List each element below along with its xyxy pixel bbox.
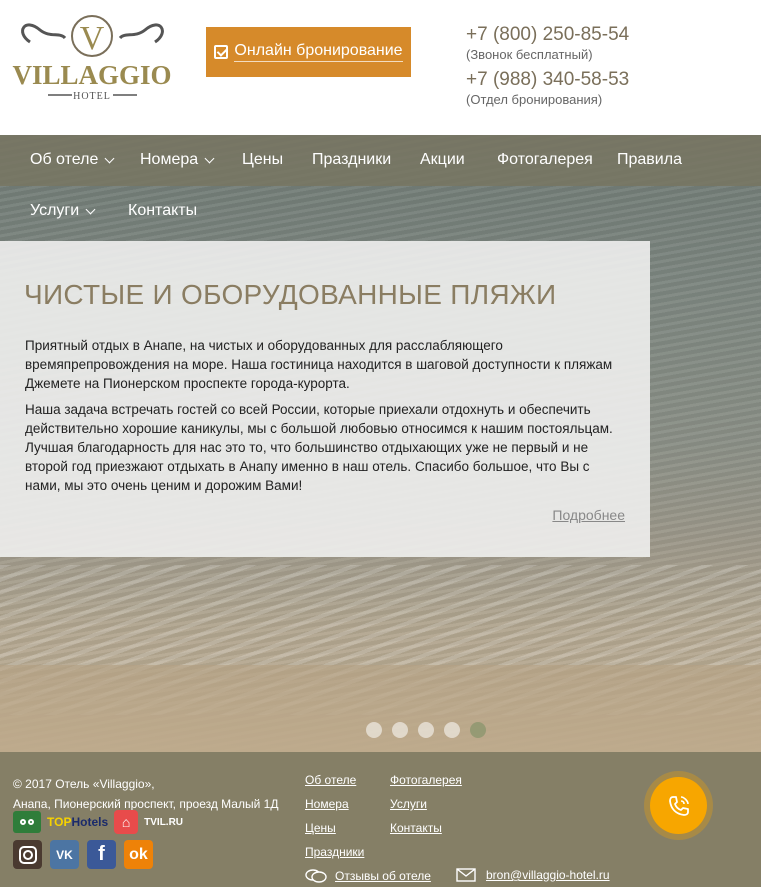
- footer: © 2017 Отель «Villaggio», Анапа, Пионерс…: [0, 752, 761, 887]
- check-square-icon: [214, 45, 229, 59]
- nav-item-gallery[interactable]: Фотогалерея: [497, 151, 593, 169]
- hero-title: ЧИСТЫЕ И ОБОРУДОВАННЫЕ ПЛЯЖИ: [24, 279, 557, 310]
- nav-item-rooms[interactable]: Номера: [140, 151, 215, 169]
- facebook-icon[interactable]: f: [87, 840, 116, 869]
- footer-link-contacts[interactable]: Контакты: [390, 821, 442, 835]
- email-link[interactable]: bron@villaggio-hotel.ru: [486, 868, 610, 882]
- logo-sub: HOTEL: [73, 91, 111, 102]
- vk-icon[interactable]: VK: [50, 840, 79, 869]
- nav-item-contacts[interactable]: Контакты: [128, 202, 197, 220]
- top-hotels-badge[interactable]: TOPHotels: [47, 815, 108, 829]
- hero-text-panel: ЧИСТЫЕ И ОБОРУДОВАННЫЕ ПЛЯЖИ Приятный от…: [0, 241, 650, 557]
- hero-paragraph-2: Наша задача встречать гостей со всей Рос…: [25, 402, 613, 493]
- reviews-link-row: Отзывы об отеле: [305, 868, 431, 884]
- villaggio-logo[interactable]: V VILLAGGIO HOTEL: [10, 12, 175, 107]
- phone-free-note: (Звонок бесплатный): [466, 47, 593, 62]
- nav-item-services[interactable]: Услуги: [30, 202, 96, 220]
- logo-brand: VILLAGGIO: [12, 60, 171, 90]
- logo-graphic: V VILLAGGIO HOTEL: [12, 15, 172, 102]
- main-nav: Об отеле Номера Цены Праздники Акции Фот…: [0, 135, 761, 237]
- chevron-down-icon: [85, 204, 96, 214]
- slider-dot[interactable]: [366, 722, 382, 738]
- hero-slider: Об отеле Номера Цены Праздники Акции Фот…: [0, 135, 761, 752]
- footer-link-rooms[interactable]: Номера: [305, 797, 349, 811]
- footer-link-holidays[interactable]: Праздники: [305, 845, 364, 859]
- phone-block: +7 (800) 250-85-54 (Звонок бесплатный) +…: [466, 24, 629, 114]
- slider-dot[interactable]: [418, 722, 434, 738]
- nav-item-rules[interactable]: Правила: [617, 151, 682, 169]
- chevron-down-icon: [104, 153, 115, 163]
- tvil-badge[interactable]: TVIL.RU: [144, 817, 183, 828]
- nav-item-about[interactable]: Об отеле: [30, 151, 115, 169]
- envelope-icon: [456, 868, 476, 882]
- nav-item-label: Акции: [420, 151, 465, 168]
- slider-dot[interactable]: [444, 722, 460, 738]
- slider-dot-active[interactable]: [470, 722, 486, 738]
- tvil-house-icon[interactable]: ⌂: [114, 810, 139, 834]
- nav-item-label: Праздники: [312, 151, 392, 168]
- odnoklassniki-icon[interactable]: ok: [124, 840, 153, 869]
- online-booking-label: Онлайн бронирование: [234, 42, 403, 62]
- header: V VILLAGGIO HOTEL Онлайн бронирование +7…: [0, 0, 761, 135]
- nav-item-label: Фотогалерея: [497, 151, 593, 168]
- footer-link-gallery[interactable]: Фотогалерея: [390, 773, 462, 787]
- phone-free[interactable]: +7 (800) 250-85-54: [466, 24, 629, 46]
- tripadvisor-icon[interactable]: [13, 811, 41, 833]
- footer-link-prices[interactable]: Цены: [305, 821, 336, 835]
- social-links: VK f ok: [13, 840, 153, 869]
- callback-button[interactable]: [650, 777, 707, 834]
- copyright-text: © 2017 Отель «Villaggio»,: [13, 777, 155, 791]
- nav-item-prices[interactable]: Цены: [242, 151, 283, 169]
- nav-item-holidays[interactable]: Праздники: [312, 151, 391, 169]
- reviews-link[interactable]: Отзывы об отеле: [335, 869, 431, 883]
- nav-item-label: Правила: [617, 151, 682, 168]
- chevron-down-icon: [204, 153, 215, 163]
- online-booking-button[interactable]: Онлайн бронирование: [206, 27, 411, 77]
- partner-badges: TOPHotels ⌂ TVIL.RU: [13, 810, 183, 834]
- chat-bubble-icon: [305, 869, 327, 883]
- footer-copyright-block: © 2017 Отель «Villaggio», Анапа, Пионерс…: [13, 774, 278, 814]
- nav-item-label: Об отеле: [30, 151, 99, 168]
- read-more-link[interactable]: Подробнее: [552, 507, 625, 523]
- nav-item-label: Номера: [140, 151, 199, 168]
- email-link-row: bron@villaggio-hotel.ru: [456, 868, 610, 882]
- slider-pagination: [366, 722, 486, 738]
- nav-item-promos[interactable]: Акции: [420, 151, 465, 169]
- hero-background-sand: [0, 665, 761, 752]
- phone-booking[interactable]: +7 (988) 340-58-53: [466, 69, 629, 91]
- slider-dot[interactable]: [392, 722, 408, 738]
- phone-booking-note: (Отдел бронирования): [466, 92, 603, 107]
- nav-item-label: Контакты: [128, 202, 198, 219]
- hero-paragraph-1: Приятный отдых в Анапе, на чистых и обор…: [25, 338, 613, 391]
- nav-item-label: Услуги: [30, 202, 80, 219]
- instagram-icon[interactable]: [13, 840, 42, 869]
- phone-call-icon: [668, 795, 689, 816]
- nav-item-label: Цены: [242, 151, 284, 168]
- footer-link-about[interactable]: Об отеле: [305, 773, 356, 787]
- logo-monogram: V: [80, 20, 105, 57]
- footer-link-services[interactable]: Услуги: [390, 797, 427, 811]
